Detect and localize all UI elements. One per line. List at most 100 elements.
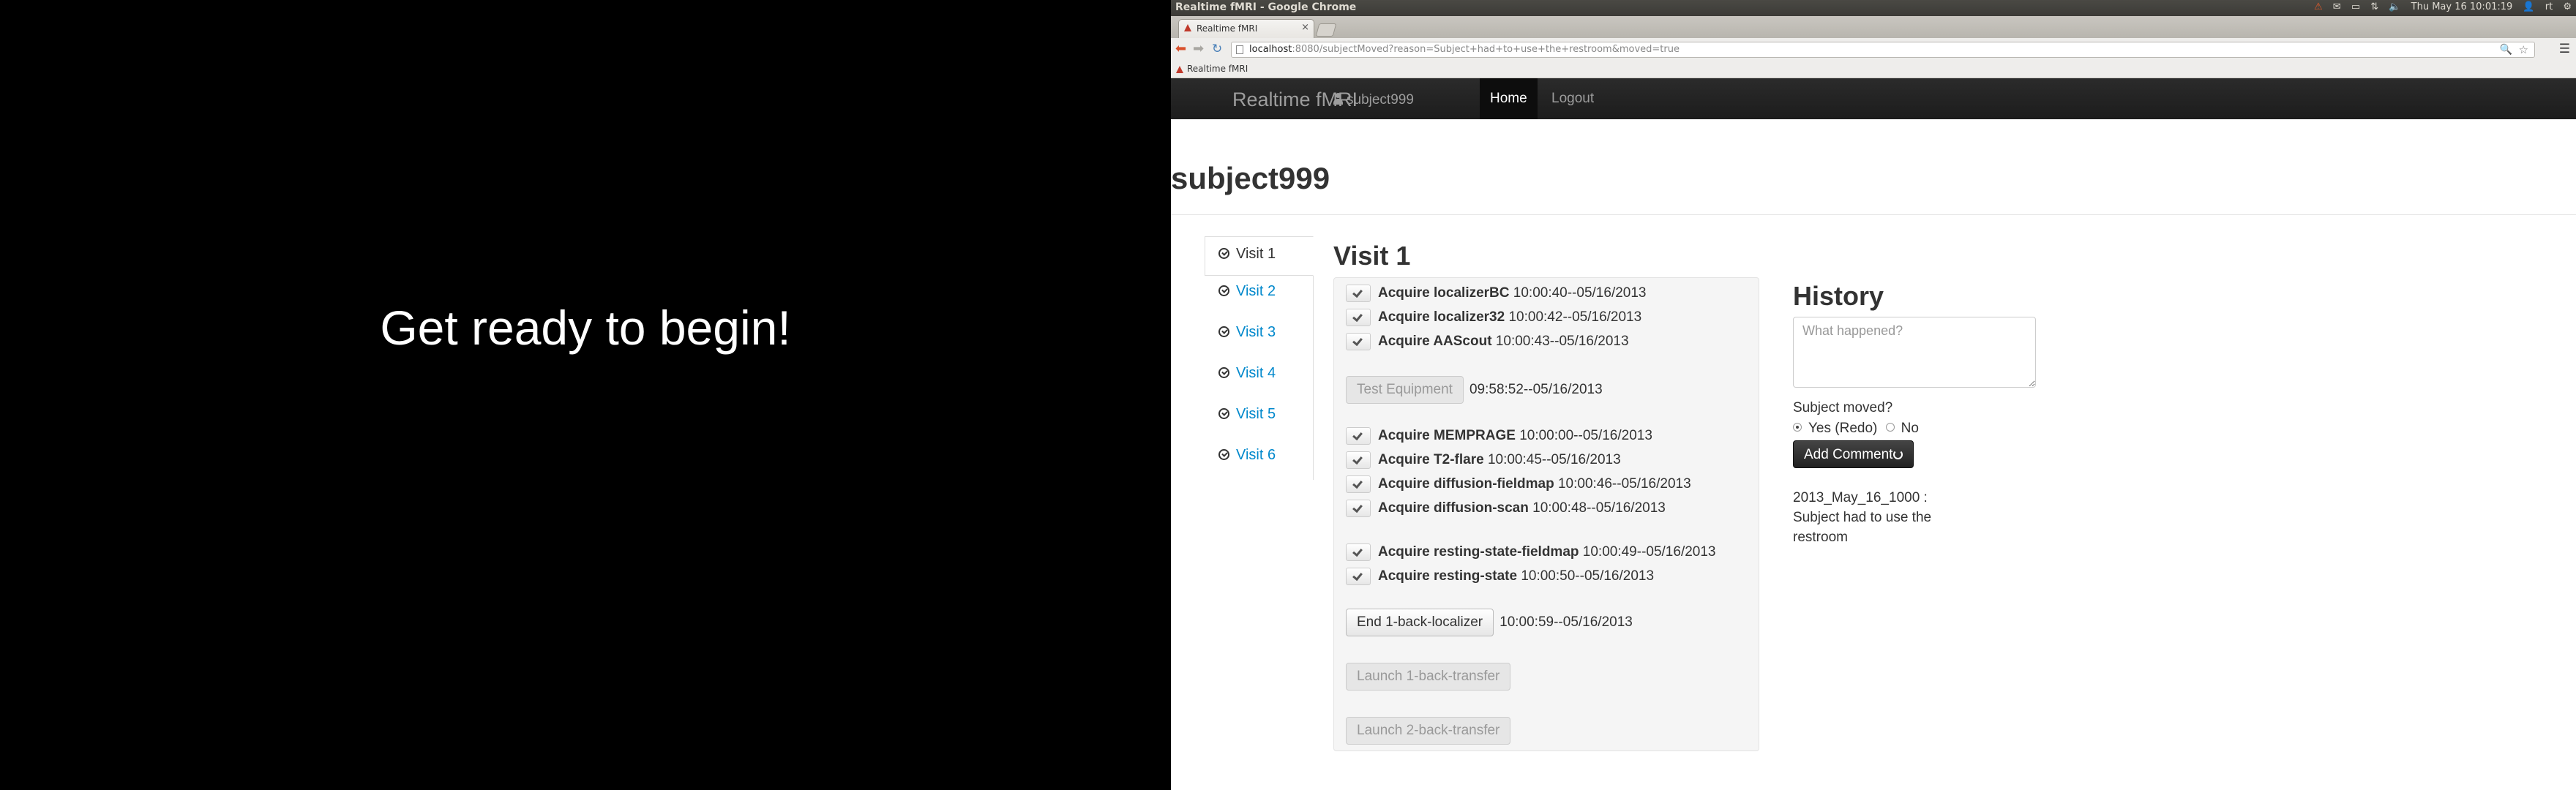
visit-label: Visit 6 xyxy=(1236,447,1276,463)
task-name: Acquire resting-state xyxy=(1378,568,1518,584)
no-radio[interactable] xyxy=(1885,423,1895,432)
add-comment-label: Add Comment xyxy=(1804,447,1893,462)
end-localizer-button[interactable]: End 1-back-localizer xyxy=(1346,609,1494,636)
test-equipment-button[interactable]: Test Equipment xyxy=(1346,376,1464,404)
task-check-button[interactable] xyxy=(1346,500,1371,517)
close-icon[interactable]: × xyxy=(1301,22,1309,33)
visit-link[interactable]: Visit 2 xyxy=(1218,282,1276,301)
visit-label: Visit 5 xyxy=(1236,406,1276,422)
back-arrow-icon[interactable]: ⬅ xyxy=(1175,42,1186,56)
task-check-button[interactable] xyxy=(1346,568,1371,585)
volume-icon[interactable]: 🔈 xyxy=(2389,1,2400,12)
search-icon[interactable]: 🔍 xyxy=(2500,42,2512,57)
check-circle-icon xyxy=(1218,285,1229,296)
task-row: Acquire localizerBC 10:00:40--05/16/2013 xyxy=(1346,285,1647,302)
check-circle-icon xyxy=(1218,408,1229,419)
battery-icon[interactable]: ▭ xyxy=(2351,1,2360,12)
nav-home-link[interactable]: Home xyxy=(1480,78,1538,119)
new-tab-button[interactable] xyxy=(1315,23,1337,37)
task-row: Acquire resting-state 10:00:50--05/16/20… xyxy=(1346,568,1654,585)
os-username: rt xyxy=(2545,1,2553,12)
checkmark-icon xyxy=(1352,429,1363,441)
bookmarks-bar: Realtime fMRI xyxy=(1171,61,2576,78)
power-gear-icon[interactable]: ⚙ xyxy=(2563,1,2572,12)
page-title: subject999 xyxy=(1171,161,1330,195)
task-time: 10:00:40--05/16/2013 xyxy=(1513,285,1647,301)
system-tray: ⚠ ✉ ▭ ⇅ 🔈 Thu May 16 10:01:19 👤 rt ⚙ xyxy=(2307,1,2572,12)
visit-nav-item[interactable]: Visit 2 xyxy=(1205,276,1313,317)
task-row: Acquire T2-flare 10:00:45--05/16/2013 xyxy=(1346,451,1621,469)
title-divider xyxy=(1171,214,2576,215)
yes-redo-radio[interactable] xyxy=(1793,423,1802,432)
launch-transfer1-row: Launch 1-back-transfer xyxy=(1346,663,1516,691)
task-name: Acquire T2-flare xyxy=(1378,452,1484,468)
nav-user[interactable]: subject999 xyxy=(1333,92,1414,108)
task-time: 10:00:43--05/16/2013 xyxy=(1495,334,1629,350)
launch-1-back-transfer-button[interactable]: Launch 1-back-transfer xyxy=(1346,663,1511,691)
address-bar[interactable]: localhost:8080/subjectMoved?reason=Subje… xyxy=(1231,42,2535,58)
window-title: Realtime fMRI - Google Chrome xyxy=(1175,1,1357,13)
url-path: :8080/subjectMoved?reason=Subject+had+to… xyxy=(1292,44,1680,55)
visit-nav-item[interactable]: Visit 1 xyxy=(1205,236,1314,276)
menu-icon[interactable]: ☰ xyxy=(2559,43,2570,56)
visit-nav-item[interactable]: Visit 5 xyxy=(1205,399,1313,440)
checkmark-icon xyxy=(1352,502,1363,514)
visit-nav-item[interactable]: Visit 6 xyxy=(1205,440,1313,481)
task-check-button[interactable] xyxy=(1346,427,1371,445)
network-icon[interactable]: ⇅ xyxy=(2370,1,2378,12)
task-name: Acquire localizer32 xyxy=(1378,309,1505,326)
visit-nav-item[interactable]: Visit 4 xyxy=(1205,358,1313,399)
user-menu[interactable]: 👤 rt xyxy=(2523,1,2553,12)
visit-nav: Visit 1 Visit 2 Visit 3 Visit 4 Visit 5 Visit… xyxy=(1205,236,1314,480)
visit-link[interactable]: Visit 1 xyxy=(1218,244,1276,263)
favicon-icon xyxy=(1176,66,1183,73)
task-check-button[interactable] xyxy=(1346,451,1371,469)
mail-icon[interactable]: ✉ xyxy=(2333,1,2341,12)
visit-heading: Visit 1 xyxy=(1333,241,1411,271)
task-check-button[interactable] xyxy=(1346,333,1371,350)
nav-logout-link[interactable]: Logout xyxy=(1551,78,1594,119)
task-check-button[interactable] xyxy=(1346,475,1371,493)
history-heading: History xyxy=(1793,281,1884,311)
task-time: 10:00:48--05/16/2013 xyxy=(1532,500,1666,516)
reload-icon[interactable]: ↻ xyxy=(1212,42,1222,56)
user-icon xyxy=(1333,93,1343,105)
task-time: 10:00:00--05/16/2013 xyxy=(1519,428,1652,444)
task-check-button[interactable] xyxy=(1346,309,1371,326)
end-localizer-row: End 1-back-localizer 10:00:59--05/16/2013 xyxy=(1346,609,1633,636)
task-time: 10:00:45--05/16/2013 xyxy=(1487,452,1621,468)
task-name: Acquire localizerBC xyxy=(1378,285,1510,301)
task-time: 10:00:42--05/16/2013 xyxy=(1508,309,1642,326)
task-row: Acquire AAScout 10:00:43--05/16/2013 xyxy=(1346,333,1629,350)
warning-icon[interactable]: ⚠ xyxy=(2314,1,2323,12)
checkmark-icon xyxy=(1352,454,1363,465)
web-page: Realtime fMRI subject999 Home Logout sub… xyxy=(1171,78,2576,790)
history-comment-input[interactable] xyxy=(1793,317,2036,388)
visit-link[interactable]: Visit 6 xyxy=(1218,445,1276,464)
task-check-button[interactable] xyxy=(1346,543,1371,561)
check-circle-icon xyxy=(1218,449,1229,460)
checkmark-icon xyxy=(1352,570,1363,582)
task-check-button[interactable] xyxy=(1346,285,1371,302)
visit-nav-item[interactable]: Visit 3 xyxy=(1205,317,1313,358)
checkmark-icon xyxy=(1352,478,1363,489)
browser-tab[interactable]: Realtime fMRI × xyxy=(1178,19,1314,38)
visit-link[interactable]: Visit 4 xyxy=(1218,364,1276,383)
clock[interactable]: Thu May 16 10:01:19 xyxy=(2411,1,2513,12)
page-icon xyxy=(1236,45,1243,54)
checkmark-icon xyxy=(1352,311,1363,323)
launch-2-back-transfer-button[interactable]: Launch 2-back-transfer xyxy=(1346,717,1511,745)
task-time: 10:00:50--05/16/2013 xyxy=(1521,568,1655,584)
bookmark-star-icon[interactable]: ☆ xyxy=(2519,42,2528,57)
nav-username: subject999 xyxy=(1347,92,1414,108)
visit-link[interactable]: Visit 3 xyxy=(1218,323,1276,342)
tab-strip: Realtime fMRI × xyxy=(1171,16,2576,39)
subject-moved-radio-group: Yes (Redo) No xyxy=(1793,421,1919,437)
visit-link[interactable]: Visit 5 xyxy=(1218,405,1276,424)
bookmark-item[interactable]: Realtime fMRI xyxy=(1187,64,1248,74)
forward-arrow-icon[interactable]: ➡ xyxy=(1193,42,1204,56)
tab-title: Realtime fMRI xyxy=(1197,23,1258,34)
refresh-icon xyxy=(1893,450,1903,459)
add-comment-button[interactable]: Add Comment xyxy=(1793,440,1914,468)
no-label: No xyxy=(1901,421,1919,436)
